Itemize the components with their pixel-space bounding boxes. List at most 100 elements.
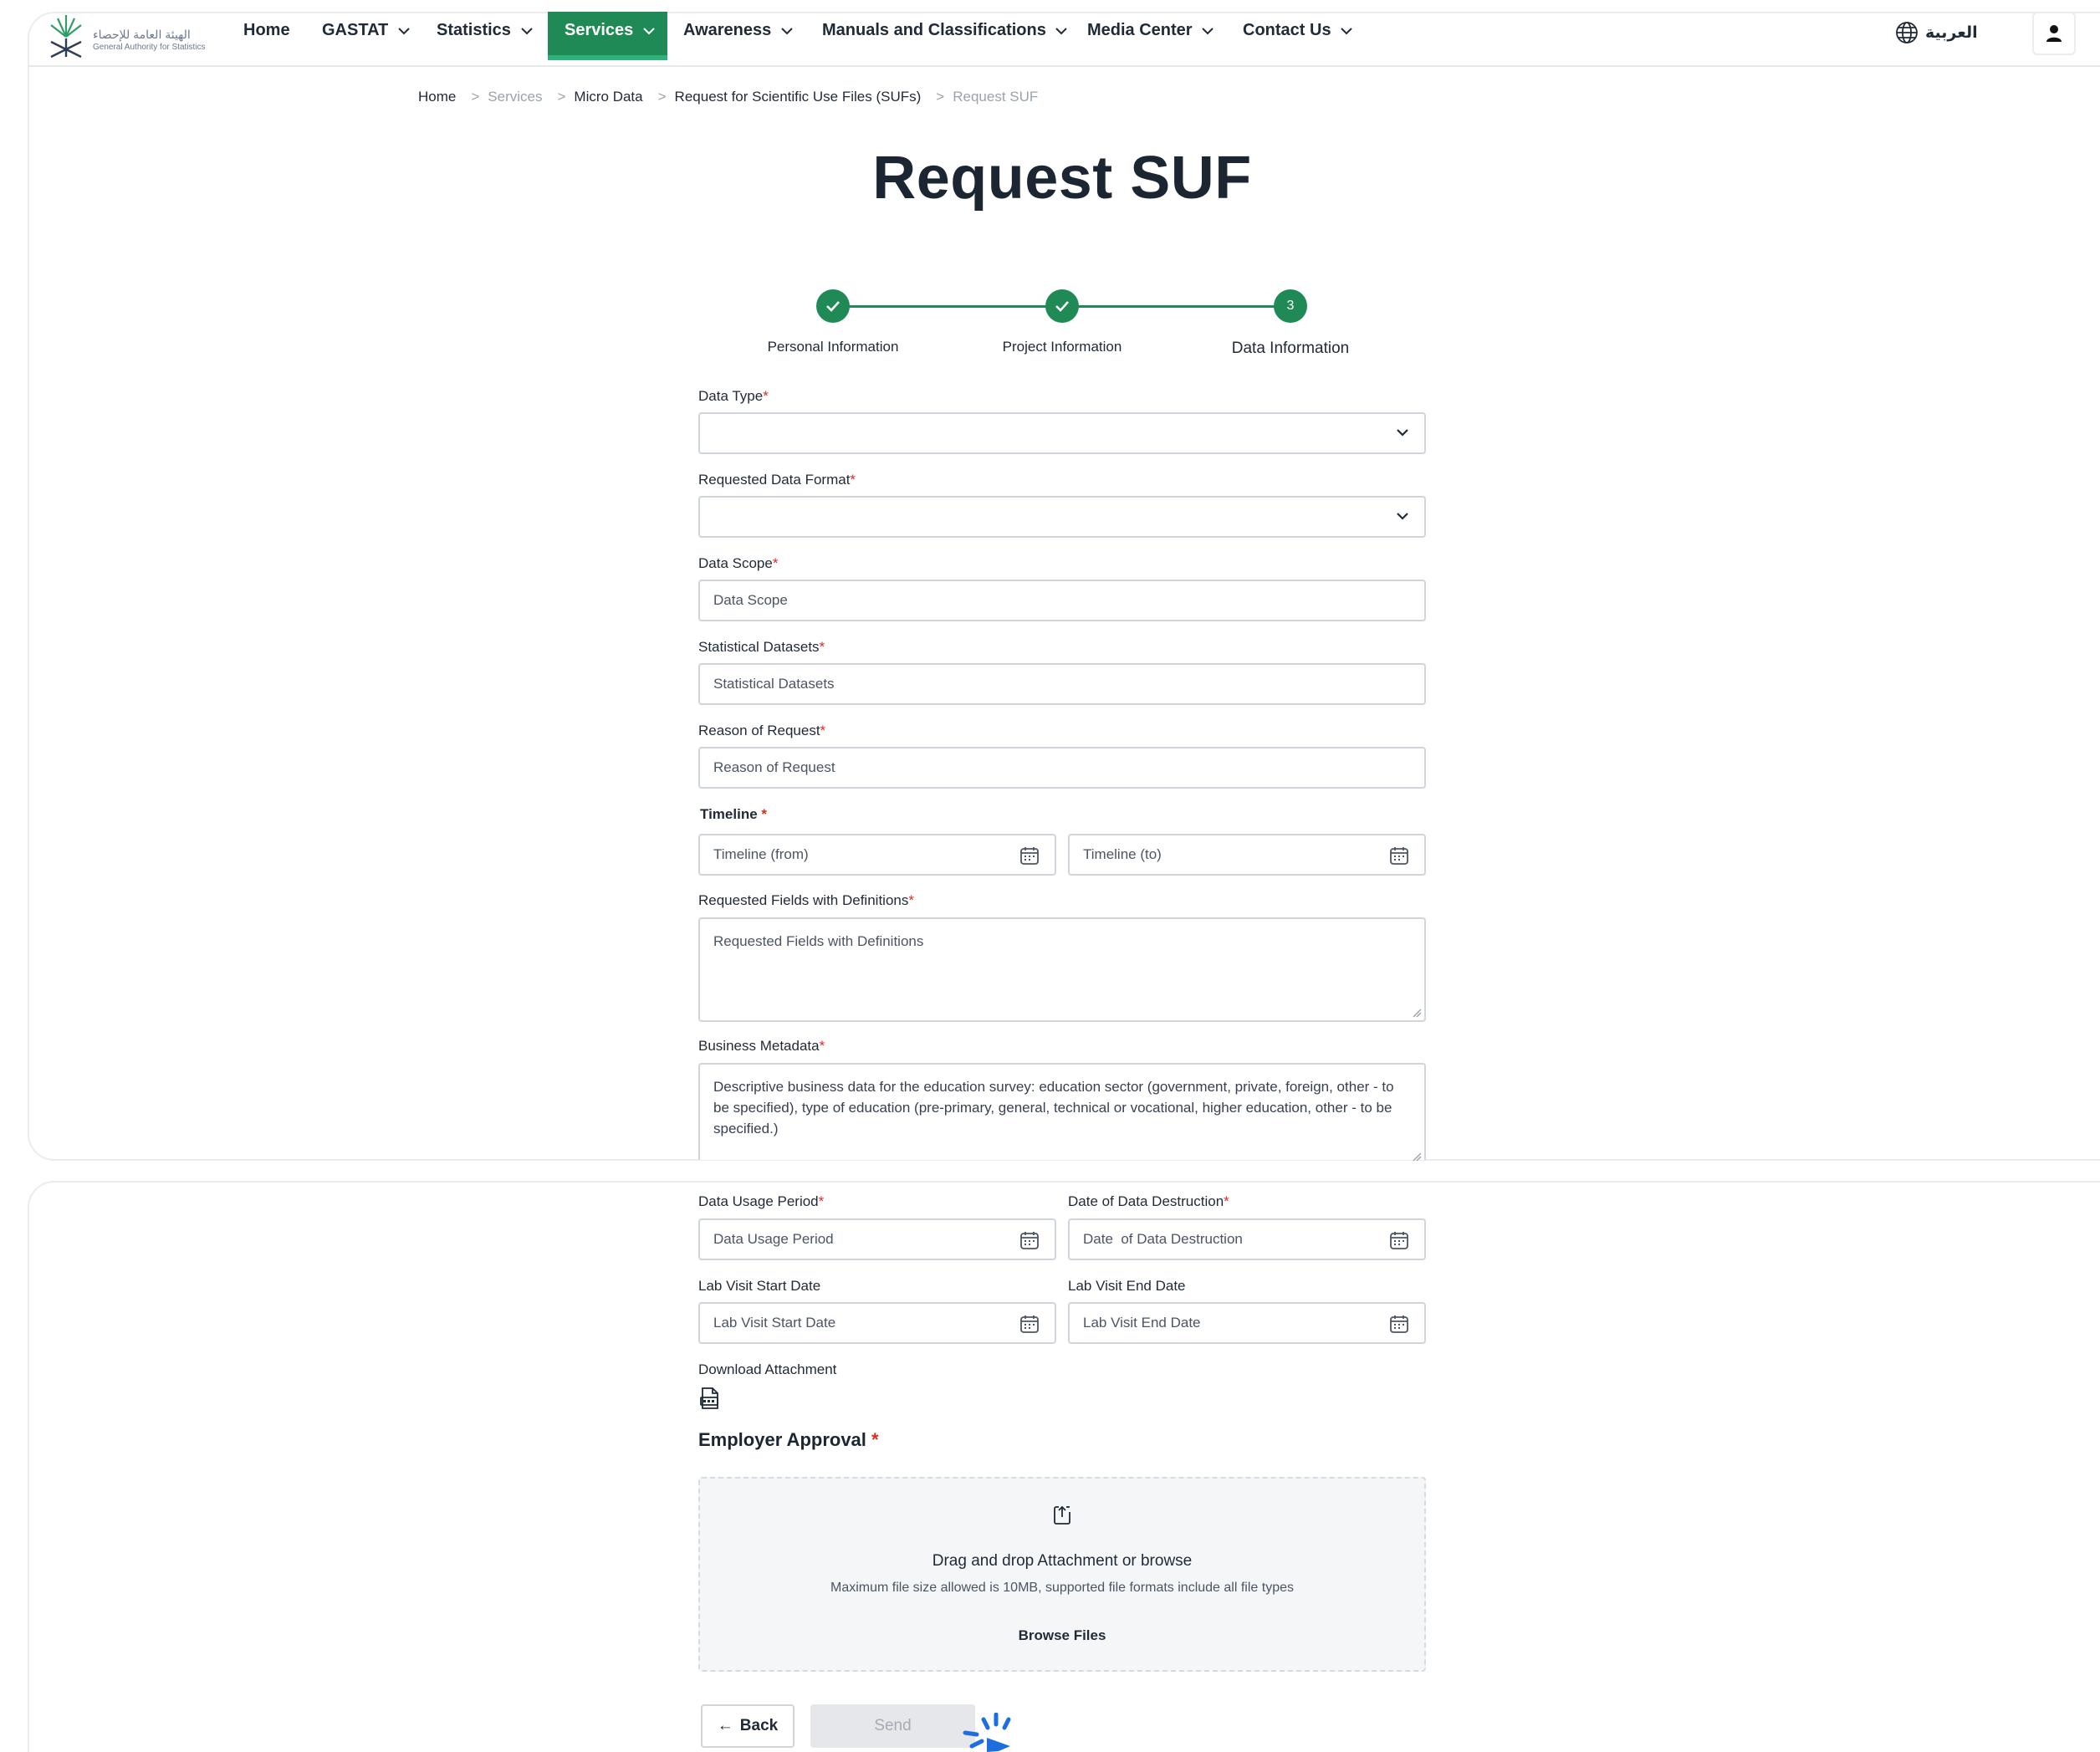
section-title-text: Employer Approval xyxy=(698,1429,866,1450)
breadcrumb-separator: > xyxy=(657,89,667,105)
chevron-down-icon xyxy=(1397,429,1408,437)
send-button[interactable]: Send xyxy=(810,1704,975,1748)
destruction-date-input[interactable]: Date of Data Destruction xyxy=(1068,1218,1426,1260)
browse-files-link[interactable]: Browse Files xyxy=(700,1627,1424,1644)
breadcrumb-request-sufs[interactable]: Request for Scientific Use Files (SUFs) xyxy=(675,89,922,105)
label-text: Data Scope xyxy=(698,555,773,571)
required-mark: * xyxy=(871,1429,879,1450)
lab-end-label: Lab Visit End Date xyxy=(1068,1278,1186,1294)
lab-start-input[interactable]: Lab Visit Start Date xyxy=(698,1302,1056,1344)
required-mark: * xyxy=(772,555,779,571)
logo-text-ar: الهيئة العامة للإحصاء xyxy=(93,28,191,41)
page-title: Request SUF xyxy=(872,145,1252,212)
lab-end-input[interactable]: Lab Visit End Date xyxy=(1068,1302,1426,1344)
language-label: العربية xyxy=(1925,23,1978,42)
calendar-icon[interactable] xyxy=(1389,1230,1409,1250)
breadcrumb-separator: > xyxy=(936,89,945,105)
input-placeholder: Date of Data Destruction xyxy=(1083,1231,1243,1247)
doc-file-icon[interactable] xyxy=(699,1387,721,1410)
usage-period-label: Data Usage Period* xyxy=(698,1193,824,1210)
breadcrumb-separator: > xyxy=(557,89,566,105)
label-text: Business Metadata xyxy=(698,1038,820,1054)
breadcrumb-home[interactable]: Home xyxy=(418,89,456,105)
data-type-select[interactable] xyxy=(698,412,1426,454)
nav-label: Home xyxy=(243,21,290,39)
employer-approval-title: Employer Approval * xyxy=(698,1429,879,1451)
language-switch[interactable]: العربية xyxy=(1895,18,1978,47)
fields-defs-textarea[interactable]: Requested Fields with Definitions xyxy=(698,917,1426,1022)
chevron-down-icon xyxy=(398,28,410,35)
datasets-input[interactable]: Statistical Datasets xyxy=(698,663,1426,705)
nav-label: Services xyxy=(565,21,634,39)
calendar-icon[interactable] xyxy=(1389,845,1409,866)
back-button[interactable]: ← Back xyxy=(701,1704,795,1748)
label-text: Statistical Datasets xyxy=(698,639,820,655)
dropzone-subtitle: Maximum file size allowed is 10MB, suppo… xyxy=(830,1581,1294,1595)
label-text: Requested Fields with Definitions xyxy=(698,892,909,908)
back-button-label: Back xyxy=(739,1717,779,1734)
nav-awareness[interactable]: Awareness xyxy=(683,12,793,60)
breadcrumb-services[interactable]: Services xyxy=(488,89,542,105)
required-mark: * xyxy=(819,1038,825,1054)
chevron-down-icon xyxy=(643,28,655,35)
nav-label: Awareness xyxy=(683,21,772,39)
timeline-from-input[interactable]: Timeline (from) xyxy=(698,834,1056,876)
input-placeholder: Lab Visit Start Date xyxy=(713,1315,836,1331)
check-icon xyxy=(1055,301,1069,312)
nav-label: Manuals and Classifications xyxy=(822,21,1046,39)
nav-services[interactable]: Services xyxy=(548,12,667,60)
required-mark: * xyxy=(763,388,769,404)
nav-statistics[interactable]: Statistics xyxy=(437,12,533,60)
reason-input[interactable]: Reason of Request xyxy=(698,747,1426,789)
calendar-icon[interactable] xyxy=(1019,845,1040,866)
input-placeholder: Data Scope xyxy=(713,592,788,608)
user-icon xyxy=(2046,25,2062,42)
nav-gastat[interactable]: GASTAT xyxy=(322,12,410,60)
nav-home[interactable]: Home xyxy=(243,12,290,60)
gastat-emblem-icon xyxy=(50,15,82,59)
arrow-left-icon: ← xyxy=(717,1717,733,1734)
nav-contact-us[interactable]: Contact Us xyxy=(1243,12,1352,60)
reason-label: Reason of Request* xyxy=(698,723,825,739)
calendar-icon[interactable] xyxy=(1019,1314,1040,1334)
breadcrumb-micro-data[interactable]: Micro Data xyxy=(574,89,642,105)
resize-grip-icon[interactable] xyxy=(1412,1008,1422,1018)
calendar-icon[interactable] xyxy=(1019,1230,1040,1250)
dropzone-title: Drag and drop Attachment or browse xyxy=(932,1552,1193,1570)
chevron-down-icon xyxy=(520,28,533,35)
step-label-personal: Personal Information xyxy=(767,339,899,355)
data-scope-label: Data Scope* xyxy=(698,555,778,572)
nav-manuals[interactable]: Manuals and Classifications xyxy=(822,12,1068,60)
nav-label: Statistics xyxy=(437,21,511,39)
calendar-icon[interactable] xyxy=(1389,1314,1409,1334)
stepper-connector xyxy=(833,305,1064,308)
download-attachment-label: Download Attachment xyxy=(698,1361,837,1377)
usage-period-input[interactable]: Data Usage Period xyxy=(698,1218,1056,1260)
label-text: Reason of Request xyxy=(698,723,820,738)
label-text: Date of Data Destruction xyxy=(1068,1193,1224,1209)
required-mark: * xyxy=(820,723,826,738)
nav-media-center[interactable]: Media Center xyxy=(1087,12,1214,60)
chevron-down-icon xyxy=(1055,28,1068,35)
chevron-down-icon xyxy=(781,28,793,35)
business-metadata-textarea[interactable]: Descriptive business data for the educat… xyxy=(698,1063,1426,1162)
textarea-value: Descriptive business data for the educat… xyxy=(713,1079,1394,1137)
destruction-date-label: Date of Data Destruction* xyxy=(1068,1193,1229,1210)
input-placeholder: Timeline (from) xyxy=(713,846,809,862)
gastat-logo[interactable]: الهيئة العامة للإحصاء General Authority … xyxy=(46,13,222,60)
input-placeholder: Lab Visit End Date xyxy=(1083,1315,1201,1331)
user-account-button[interactable] xyxy=(2032,12,2076,55)
logo-text-en: General Authority for Statistics xyxy=(93,43,206,52)
label-text: Requested Data Format xyxy=(698,472,851,488)
check-icon xyxy=(826,301,840,312)
chevron-down-icon xyxy=(1202,28,1214,35)
breadcrumb-current: Request SUF xyxy=(953,89,1039,105)
data-format-select[interactable] xyxy=(698,496,1426,538)
required-mark: * xyxy=(1224,1193,1229,1209)
data-scope-input[interactable]: Data Scope xyxy=(698,580,1426,621)
top-navbar: الهيئة العامة للإحصاء General Authority … xyxy=(28,12,2100,67)
employer-approval-dropzone[interactable]: Drag and drop Attachment or browse Maxim… xyxy=(698,1477,1426,1672)
timeline-to-input[interactable]: Timeline (to) xyxy=(1068,834,1426,876)
nav-label: GASTAT xyxy=(322,21,389,39)
resize-grip-icon[interactable] xyxy=(1412,1152,1422,1162)
